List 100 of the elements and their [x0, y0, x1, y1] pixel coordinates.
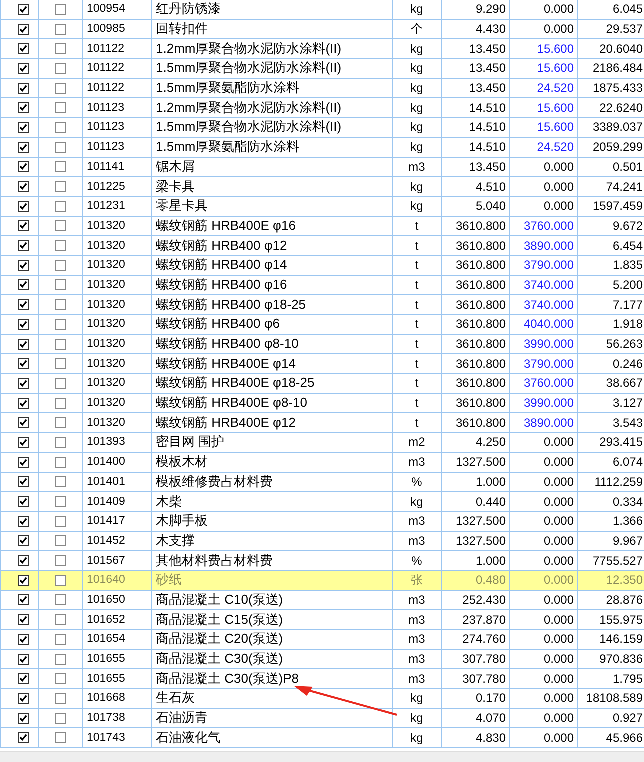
- checkbox[interactable]: [18, 4, 29, 15]
- checkbox[interactable]: [55, 43, 66, 54]
- table-row[interactable]: 101141 锯木屑 m3 13.450 0.000 0.501: [0, 158, 644, 178]
- table-row[interactable]: 101400 模板木材 m3 1327.500 0.000 6.074: [0, 452, 644, 472]
- checkbox[interactable]: [18, 456, 29, 468]
- checkbox[interactable]: [18, 62, 29, 74]
- checkbox[interactable]: [18, 338, 29, 350]
- checkbox[interactable]: [18, 161, 29, 172]
- checkbox[interactable]: [55, 535, 66, 546]
- checkbox[interactable]: [55, 456, 66, 468]
- checkbox[interactable]: [55, 417, 66, 428]
- checkbox[interactable]: [18, 181, 29, 192]
- table-row[interactable]: 101320 螺纹钢筋 HRB400E φ18-25 t 3610.800 3760.000 38.667: [0, 374, 644, 394]
- checkbox[interactable]: [18, 555, 29, 566]
- checkbox[interactable]: [55, 338, 66, 350]
- checkbox[interactable]: [55, 654, 66, 665]
- checkbox[interactable]: [18, 634, 29, 645]
- checkbox[interactable]: [55, 692, 66, 704]
- checkbox[interactable]: [55, 82, 66, 94]
- checkbox[interactable]: [18, 24, 29, 35]
- table-row[interactable]: 101320 螺纹钢筋 HRB400 φ12 t 3610.800 3890.000 6.454: [0, 236, 644, 256]
- checkbox[interactable]: [55, 398, 66, 409]
- checkbox[interactable]: [55, 496, 66, 508]
- table-row[interactable]: 101320 螺纹钢筋 HRB400 φ14 t 3610.800 3790.000 1.835: [0, 256, 644, 276]
- table-row[interactable]: 101320 螺纹钢筋 HRB400 φ6 t 3610.800 4040.000 1.918: [0, 315, 644, 335]
- checkbox[interactable]: [18, 614, 29, 626]
- table-row[interactable]: 101123 1.5mm厚聚氨酯防水涂料 kg 14.510 24.520 2059.299: [0, 138, 644, 158]
- checkbox[interactable]: [18, 220, 29, 232]
- checkbox[interactable]: [18, 574, 29, 586]
- checkbox[interactable]: [55, 220, 66, 232]
- checkbox[interactable]: [55, 574, 66, 586]
- table-row[interactable]: 101320 螺纹钢筋 HRB400 φ16 t 3610.800 3740.000 5.200: [0, 276, 644, 296]
- checkbox[interactable]: [18, 594, 29, 606]
- table-row[interactable]: 101393 密目网 围护 m2 4.250 0.000 293.415: [0, 433, 644, 453]
- table-row[interactable]: 101668 生石灰 kg 0.170 0.000 18108.589: [0, 689, 644, 709]
- checkbox[interactable]: [18, 82, 29, 94]
- checkbox[interactable]: [55, 594, 66, 606]
- table-row[interactable]: 101320 螺纹钢筋 HRB400E φ16 t 3610.800 3760.000 9.672: [0, 216, 644, 236]
- checkbox[interactable]: [18, 732, 29, 744]
- table-row[interactable]: 101654 商品混凝土 C20(泵送) m3 274.760 0.000 146.159: [0, 630, 644, 650]
- checkbox[interactable]: [55, 102, 66, 114]
- checkbox[interactable]: [18, 260, 29, 271]
- checkbox[interactable]: [18, 358, 29, 370]
- table-row[interactable]: 101122 1.5mm厚聚氨酯防水涂料 kg 13.450 24.520 1875.433: [0, 78, 644, 98]
- checkbox[interactable]: [55, 516, 66, 527]
- table-row[interactable]: 101122 1.5mm厚聚合物水泥防水涂料(II) kg 13.450 15.600 2186.484: [0, 59, 644, 79]
- checkbox[interactable]: [18, 692, 29, 704]
- scrollbar[interactable]: [0, 751, 644, 762]
- table-row[interactable]: 101655 商品混凝土 C30(泵送)P8 m3 307.780 0.000 1.795: [0, 669, 644, 690]
- checkbox[interactable]: [18, 279, 29, 290]
- checkbox[interactable]: [55, 200, 66, 212]
- checkbox[interactable]: [18, 318, 29, 330]
- checkbox[interactable]: [55, 634, 66, 645]
- table-row[interactable]: 101320 螺纹钢筋 HRB400E φ12 t 3610.800 3890.000 3.543: [0, 413, 644, 434]
- table-row[interactable]: 101123 1.5mm厚聚合物水泥防水涂料(II) kg 14.510 15.600 3389.037: [0, 118, 644, 138]
- table-row[interactable]: 101320 螺纹钢筋 HRB400E φ14 t 3610.800 3790.000 0.246: [0, 354, 644, 374]
- checkbox[interactable]: [55, 240, 66, 252]
- table-row[interactable]: 101743 石油液化气 kg 4.830 0.000 45.966: [0, 728, 644, 748]
- table-row[interactable]: 101650 商品混凝土 C10(泵送) m3 252.430 0.000 28.876: [0, 590, 644, 610]
- checkbox[interactable]: [55, 142, 66, 153]
- table-row[interactable]: 101320 螺纹钢筋 HRB400 φ18-25 t 3610.800 3740.000 7.177: [0, 295, 644, 315]
- checkbox[interactable]: [18, 142, 29, 153]
- checkbox[interactable]: [55, 279, 66, 290]
- checkbox[interactable]: [18, 436, 29, 448]
- checkbox[interactable]: [55, 358, 66, 370]
- checkbox[interactable]: [18, 712, 29, 724]
- table-row[interactable]: 101122 1.2mm厚聚合物水泥防水涂料(II) kg 13.450 15.600 20.6040: [0, 39, 644, 60]
- checkbox[interactable]: [18, 102, 29, 114]
- checkbox[interactable]: [55, 181, 66, 192]
- checkbox[interactable]: [18, 43, 29, 54]
- table-row[interactable]: 101231 零星卡具 kg 5.040 0.000 1597.459: [0, 196, 644, 217]
- table-row[interactable]: 101452 木支撑 m3 1327.500 0.000 9.967: [0, 532, 644, 552]
- checkbox[interactable]: [18, 654, 29, 665]
- table-row[interactable]: 100954 红丹防锈漆 kg 9.290 0.000 6.045: [0, 0, 644, 20]
- checkbox[interactable]: [18, 299, 29, 310]
- table-row[interactable]: 101401 模板维修费占材料费 % 1.000 0.000 1112.259: [0, 472, 644, 492]
- checkbox[interactable]: [55, 614, 66, 626]
- checkbox[interactable]: [18, 200, 29, 212]
- checkbox[interactable]: [18, 516, 29, 527]
- table-row[interactable]: 101652 商品混凝土 C15(泵送) m3 237.870 0.000 155.975: [0, 610, 644, 630]
- checkbox[interactable]: [55, 712, 66, 724]
- checkbox[interactable]: [18, 417, 29, 428]
- table-row[interactable]: 101655 商品混凝土 C30(泵送) m3 307.780 0.000 970.836: [0, 650, 644, 670]
- checkbox[interactable]: [55, 555, 66, 566]
- checkbox[interactable]: [18, 535, 29, 546]
- checkbox[interactable]: [18, 476, 29, 488]
- checkbox[interactable]: [55, 318, 66, 330]
- checkbox[interactable]: [18, 378, 29, 389]
- checkbox[interactable]: [55, 4, 66, 15]
- table-row[interactable]: 100985 回转扣件 个 4.430 0.000 29.537: [0, 20, 644, 40]
- checkbox[interactable]: [55, 260, 66, 271]
- table-row[interactable]: 101320 螺纹钢筋 HRB400 φ8-10 t 3610.800 3990.000 56.263: [0, 334, 644, 354]
- checkbox[interactable]: [55, 476, 66, 488]
- checkbox[interactable]: [55, 122, 66, 133]
- checkbox[interactable]: [18, 240, 29, 252]
- table-row[interactable]: 101320 螺纹钢筋 HRB400E φ8-10 t 3610.800 3990.000 3.127: [0, 394, 644, 414]
- checkbox[interactable]: [55, 299, 66, 310]
- table-row[interactable]: 101567 其他材料费占材料费 % 1.000 0.000 7755.527: [0, 551, 644, 571]
- table-row[interactable]: 101123 1.2mm厚聚合物水泥防水涂料(II) kg 14.510 15.600 22.6240: [0, 98, 644, 118]
- checkbox[interactable]: [18, 496, 29, 508]
